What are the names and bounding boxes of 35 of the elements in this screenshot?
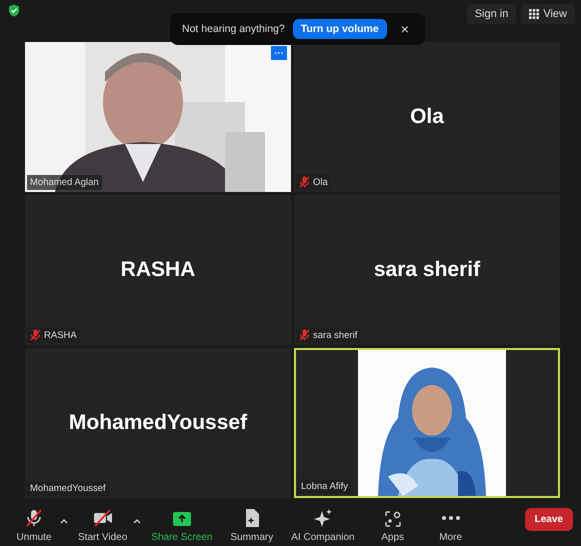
muted-mic-icon <box>299 176 310 188</box>
toast-message: Not hearing anything? <box>182 23 285 35</box>
sign-in-button[interactable]: Sign in <box>466 4 516 24</box>
more-button[interactable]: More <box>426 502 475 544</box>
participant-label: Ola <box>313 176 328 188</box>
document-icon <box>244 508 260 528</box>
apps-button[interactable]: Apps <box>368 504 417 544</box>
more-icon <box>440 515 461 521</box>
participant-name: Ola <box>410 105 444 129</box>
ai-button[interactable]: AI Companion <box>287 502 359 544</box>
grid-icon <box>529 9 540 19</box>
shield-icon[interactable] <box>8 4 20 17</box>
participant-label: Lobna Afify <box>301 481 348 492</box>
participant-name: sara sherif <box>374 258 480 282</box>
more-options-button[interactable]: ··· <box>271 46 287 60</box>
share-button[interactable]: Share Screen <box>147 504 216 544</box>
participant-name: RASHA <box>120 258 196 282</box>
camera-button[interactable]: Start Video <box>74 502 132 544</box>
participant-label: MohamedYoussef <box>30 483 106 494</box>
close-button[interactable]: × <box>394 21 415 37</box>
participant-name: MohamedYoussef <box>68 411 248 435</box>
mic-button[interactable]: Unmute <box>10 502 58 544</box>
participant-label: sara sherif <box>313 330 358 340</box>
leave-button[interactable]: Leave <box>524 508 573 530</box>
summary-button[interactable]: Summary <box>226 502 278 544</box>
apps-icon <box>384 510 402 528</box>
muted-mic-icon <box>30 329 41 341</box>
sparkle-icon <box>312 508 333 528</box>
caret-icon[interactable] <box>60 518 68 524</box>
caret-icon[interactable] <box>133 518 142 524</box>
view-button[interactable]: View <box>521 4 575 24</box>
muted-mic-icon <box>299 329 310 341</box>
participant-label: RASHA <box>44 330 77 340</box>
participant-label: Mohamed Aglan <box>30 177 99 188</box>
turn-up-volume-button[interactable]: Turn up volume <box>292 19 387 39</box>
